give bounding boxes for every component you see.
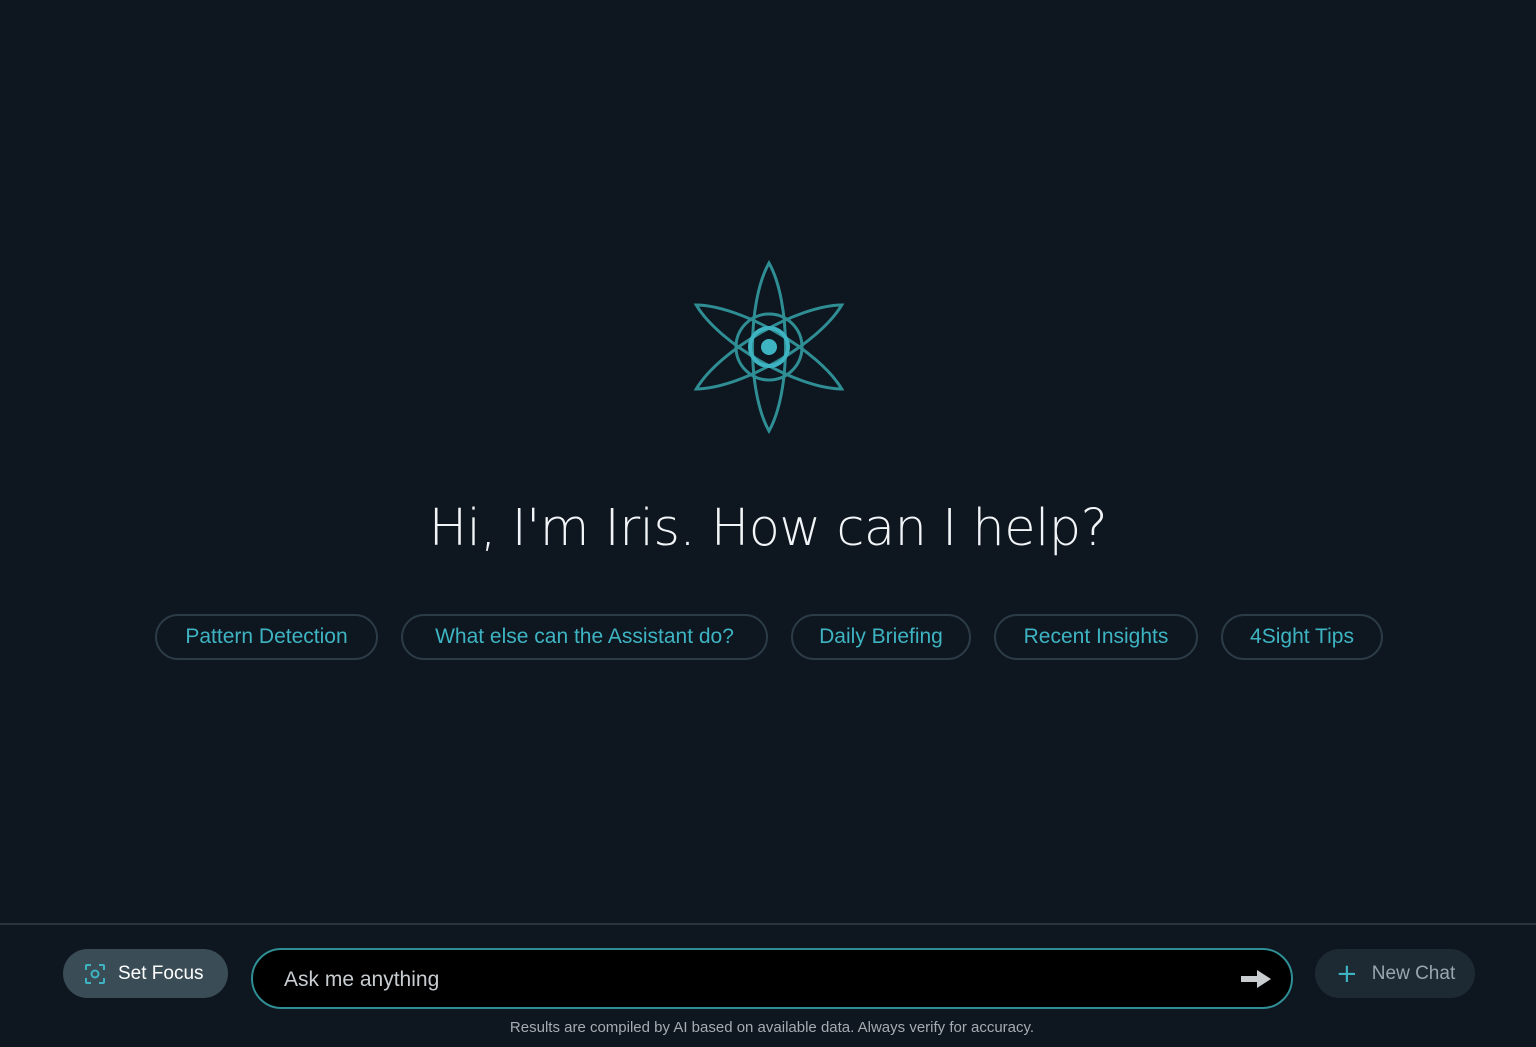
set-focus-label: Set Focus <box>118 962 204 984</box>
composer-bar: Set Focus + New Chat Results are compile… <box>0 925 1536 1047</box>
suggestion-chip-pattern-detection[interactable]: Pattern Detection <box>155 614 378 660</box>
set-focus-button[interactable]: Set Focus <box>63 949 228 998</box>
suggestion-chip-recent-insights[interactable]: Recent Insights <box>994 614 1198 660</box>
suggestion-chips: Pattern Detection What else can the Assi… <box>0 614 1536 664</box>
chat-input[interactable] <box>282 950 1226 1009</box>
focus-target-icon <box>84 963 106 985</box>
ai-disclaimer: Results are compiled by AI based on avai… <box>509 1019 1035 1036</box>
plus-icon: + <box>1336 958 1358 989</box>
send-button[interactable] <box>1239 964 1273 994</box>
suggestion-chip-assistant-capabilities[interactable]: What else can the Assistant do? <box>401 614 768 660</box>
arrow-right-icon <box>1241 970 1271 988</box>
chat-input-container <box>251 948 1293 1009</box>
new-chat-button[interactable]: + New Chat <box>1315 949 1475 998</box>
suggestion-chip-daily-briefing[interactable]: Daily Briefing <box>791 614 971 660</box>
atom-flower-icon <box>693 260 845 434</box>
suggestion-chip-4sight-tips[interactable]: 4Sight Tips <box>1221 614 1383 660</box>
new-chat-label: New Chat <box>1371 962 1456 984</box>
greeting-heading: Hi, I'm Iris. How can I help? <box>428 499 1108 558</box>
assistant-page: Hi, I'm Iris. How can I help? Pattern De… <box>0 0 1536 1047</box>
